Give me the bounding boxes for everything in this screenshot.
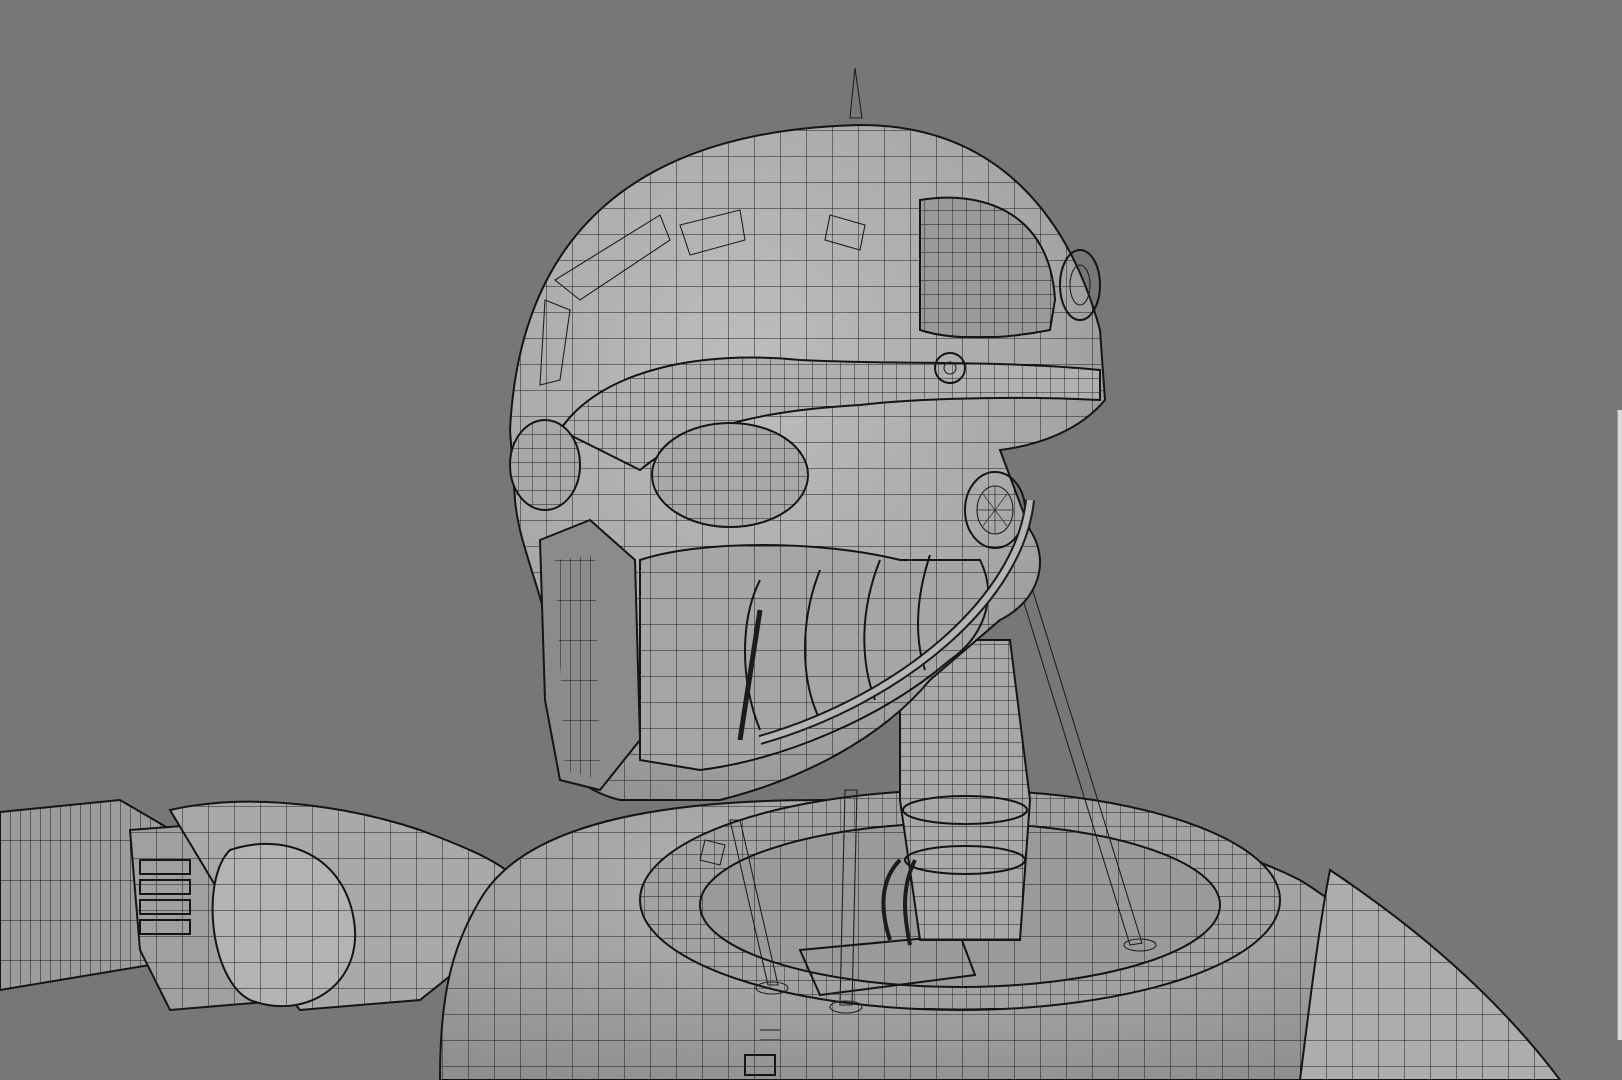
3d-viewport[interactable] — [0, 0, 1622, 1080]
robot-model-render — [0, 67, 1562, 1080]
eye-right — [651, 422, 809, 528]
arm-left — [0, 798, 526, 1012]
viewport-scrollbar[interactable] — [1617, 410, 1622, 1040]
shoulder-right — [1298, 868, 1562, 1080]
antenna — [849, 67, 863, 119]
eye-left — [509, 419, 581, 511]
